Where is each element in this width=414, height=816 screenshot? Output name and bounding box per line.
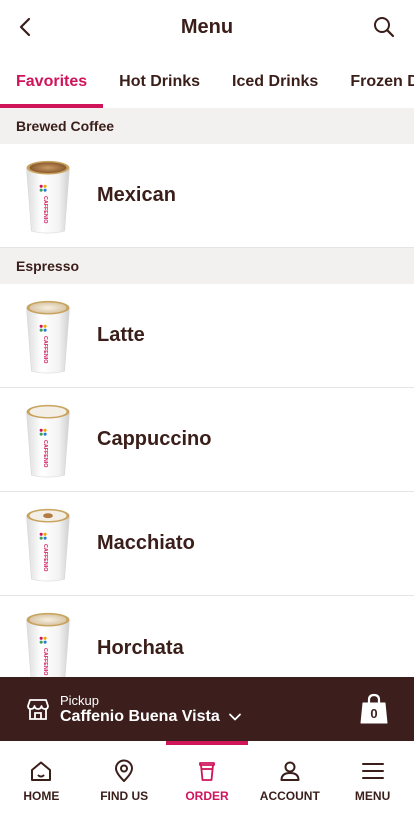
back-arrow-icon[interactable] bbox=[14, 15, 38, 39]
tab-label: Favorites bbox=[16, 72, 88, 90]
store-icon bbox=[27, 699, 49, 720]
coffee-cup-image: CAFFENIO bbox=[26, 160, 70, 234]
tab-hot-drinks[interactable]: Hot Drinks bbox=[103, 55, 216, 108]
bottom-nav: HOME FIND US ORDER ACCOUNT MENU bbox=[0, 741, 414, 816]
tab-frozen-drinks[interactable]: Frozen Drinks bbox=[334, 55, 414, 108]
section-header-brewed-coffee: Brewed Coffee bbox=[0, 108, 414, 144]
coffee-cup-image: CAFFENIO bbox=[26, 404, 70, 478]
tab-label: Hot Drinks bbox=[119, 72, 201, 90]
menu-item-cappuccino[interactable]: CAFFENIO Cappuccino bbox=[0, 388, 414, 492]
menu-item-latte[interactable]: CAFFENIO Latte bbox=[0, 284, 414, 388]
nav-find-us[interactable]: FIND US bbox=[83, 741, 166, 816]
item-name: Macchiato bbox=[97, 532, 195, 554]
bag-count: 0 bbox=[370, 706, 378, 721]
cup-brand-text: CAFFENIO bbox=[42, 648, 48, 675]
tab-iced-drinks[interactable]: Iced Drinks bbox=[216, 55, 334, 108]
nav-label: MENU bbox=[354, 789, 391, 803]
person-icon bbox=[280, 761, 300, 781]
location-pin-icon bbox=[115, 759, 134, 782]
cup-brand-text: CAFFENIO bbox=[42, 336, 48, 363]
section-title: Espresso bbox=[16, 258, 80, 274]
menu-list: Brewed Coffee CAFFENIO Mexican Espresso … bbox=[0, 108, 414, 678]
pickup-label: Pickup bbox=[60, 692, 100, 708]
section-title: Brewed Coffee bbox=[16, 118, 115, 134]
nav-label: ORDER bbox=[185, 789, 229, 803]
pickup-bar: Pickup Caffenio Buena Vista 0 bbox=[0, 677, 414, 741]
coffee-cup-image: CAFFENIO bbox=[26, 508, 70, 582]
tab-favorites[interactable]: Favorites bbox=[0, 55, 104, 108]
item-name: Cappuccino bbox=[97, 428, 212, 450]
item-name: Latte bbox=[97, 324, 145, 346]
tab-label: Frozen Drinks bbox=[350, 72, 414, 90]
shopping-bag-button[interactable]: 0 bbox=[360, 693, 388, 725]
menu-item-mexican[interactable]: CAFFENIO Mexican bbox=[0, 144, 414, 248]
menu-item-horchata[interactable]: CAFFENIO Horchata bbox=[0, 596, 414, 678]
nav-menu[interactable]: MENU bbox=[331, 741, 414, 816]
nav-label: FIND US bbox=[100, 789, 149, 803]
nav-label: ACCOUNT bbox=[259, 789, 320, 803]
nav-order[interactable]: ORDER bbox=[165, 741, 249, 816]
chevron-down-icon bbox=[228, 713, 241, 720]
category-tabs: Favorites Hot Drinks Iced Drinks Frozen … bbox=[0, 55, 414, 108]
cup-brand-text: CAFFENIO bbox=[42, 440, 48, 467]
section-header-espresso: Espresso bbox=[0, 248, 414, 284]
menu-item-macchiato[interactable]: CAFFENIO Macchiato bbox=[0, 492, 414, 596]
nav-home[interactable]: HOME bbox=[0, 741, 83, 816]
tab-label: Iced Drinks bbox=[232, 72, 319, 90]
cup-brand-text: CAFFENIO bbox=[42, 544, 48, 571]
page-title: Menu bbox=[180, 16, 234, 38]
home-icon bbox=[31, 761, 52, 781]
store-selector[interactable]: Caffenio Buena Vista bbox=[60, 708, 242, 726]
item-name: Horchata bbox=[97, 636, 184, 659]
store-name: Caffenio Buena Vista bbox=[60, 707, 220, 725]
coffee-cup-image: CAFFENIO bbox=[26, 612, 70, 678]
search-icon[interactable] bbox=[372, 15, 396, 39]
nav-account[interactable]: ACCOUNT bbox=[248, 741, 331, 816]
item-name: Mexican bbox=[97, 184, 176, 206]
hamburger-menu-icon bbox=[361, 763, 384, 779]
coffee-cup-image: CAFFENIO bbox=[26, 300, 70, 374]
top-bar: Menu bbox=[0, 0, 414, 55]
cup-icon bbox=[199, 762, 215, 781]
cup-brand-text: CAFFENIO bbox=[42, 196, 48, 223]
nav-label: HOME bbox=[23, 789, 60, 803]
